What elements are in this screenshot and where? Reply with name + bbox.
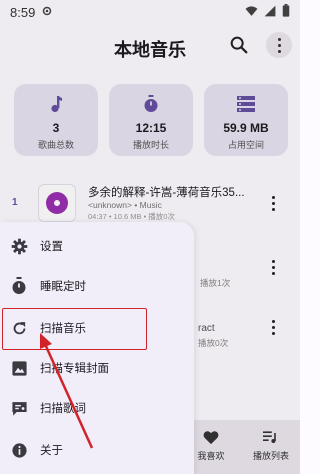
menu-item-sleep-timer[interactable]: 睡眠定时 [0,266,194,306]
lyrics-icon [10,399,28,417]
menu-item-label: 关于 [40,445,63,457]
timer-icon [10,277,28,295]
menu-item-label: 扫描歌词 [40,403,86,415]
menu-item-scan-lyrics[interactable]: 扫描歌词 [0,388,194,428]
menu-item-about[interactable]: 关于 [0,430,194,470]
gear-icon [10,237,28,255]
image-icon [10,359,28,377]
menu-item-scan-covers[interactable]: 扫描专辑封面 [0,348,194,388]
menu-item-label: 扫描专辑封面 [40,363,109,375]
menu-item-label: 睡眠定时 [40,281,86,293]
highlight-box [2,308,147,350]
overflow-menu: 设置 睡眠定时 扫描音乐 扫描专辑封面 扫描歌词 关于 [0,222,194,474]
info-icon [10,441,28,459]
menu-item-settings[interactable]: 设置 [0,226,194,266]
menu-item-label: 设置 [40,241,63,253]
